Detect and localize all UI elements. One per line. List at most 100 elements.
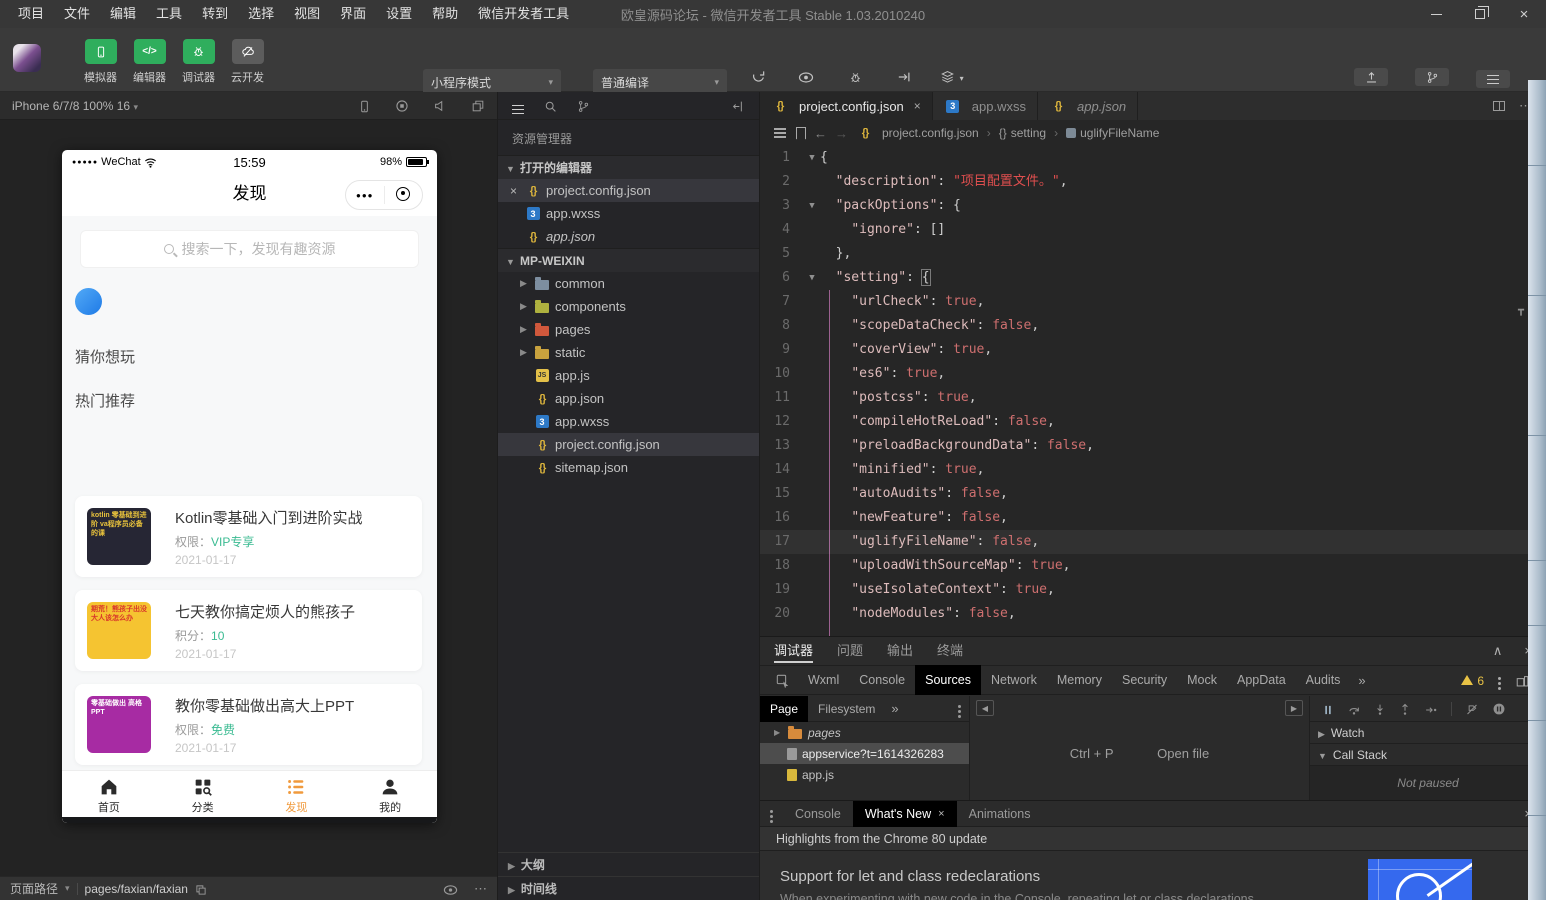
copy-icon[interactable] [195,881,207,896]
devtools-tab-security[interactable]: Security [1112,665,1177,695]
mode-button-cloud[interactable]: 云开发 [223,39,272,85]
debugger-tab-终端[interactable]: 终端 [937,637,963,665]
multi-window-icon[interactable] [471,97,485,113]
footer-section-timeline[interactable]: ▶时间线 [498,876,759,900]
collapse-icon[interactable]: ∧ [1493,643,1503,659]
tree-item[interactable]: ▶components [498,295,759,318]
page-scrollbar[interactable] [1528,80,1546,900]
avatar[interactable] [13,44,41,72]
tree-item[interactable]: JSapp.js [498,364,759,387]
step-icon[interactable] [1424,701,1438,716]
tree-item[interactable]: ▶common [498,272,759,295]
navigator-tab-page[interactable]: Page [760,696,808,722]
more-button[interactable]: ●●● [346,191,384,200]
debugger-tab-调试器[interactable]: 调试器 [774,637,813,665]
hide-navigator-icon[interactable]: ◀ [976,700,994,716]
forward-icon[interactable]: → [835,126,848,141]
capsule-close-button[interactable] [385,187,423,204]
menu-item-11[interactable]: 微信开发者工具 [468,0,579,28]
close-icon[interactable]: × [938,801,944,827]
minimize-button[interactable] [1414,0,1458,28]
tree-section-header[interactable]: ▼MP-WEIXIN [498,248,759,272]
tab-home[interactable]: 首页 [62,771,156,817]
menu-item-4[interactable]: 工具 [146,0,192,28]
split-editor-icon[interactable] [1493,101,1505,111]
tree-item[interactable]: 3app.wxss [498,410,759,433]
card-item[interactable]: kotlin 零基础到进阶 va程序员必备的课Kotlin零基础入门到进阶实战权… [75,496,422,577]
menu-item-8[interactable]: 界面 [330,0,376,28]
sources-tree-item[interactable]: ▶pages [760,722,969,743]
tree-item[interactable]: {}project.config.json [498,433,759,456]
search-icon[interactable] [544,98,557,113]
show-debugger-icon[interactable]: ▶ [1285,700,1303,716]
record-icon[interactable] [395,97,409,113]
mode-button-phone[interactable]: 模拟器 [76,39,125,85]
breadcrumb-property[interactable]: uglifyFileName [1066,126,1159,140]
file-list-icon[interactable] [512,98,524,113]
editor-tab[interactable]: {}project.config.json× [760,92,933,120]
search-input[interactable]: 搜索一下，发现有趣资源 [80,230,419,268]
kebab-menu-icon[interactable] [1498,673,1501,688]
outline-icon[interactable] [774,132,786,134]
tab-discover[interactable]: 发现 [250,771,344,817]
menu-item-10[interactable]: 帮助 [422,0,468,28]
editor-tab[interactable]: 3app.wxss [933,92,1038,120]
kebab-menu-icon[interactable] [760,806,783,821]
tree-section-header[interactable]: ▼打开的编辑器 [498,155,759,179]
code-editor[interactable]: ┳ 1▼{2 "description": "项目配置文件。",3▼ "pack… [760,146,1546,636]
tab-person[interactable]: 我的 [343,771,437,817]
devtools-tab-sources[interactable]: Sources [915,665,981,695]
overflow-tabs-icon[interactable]: » [1350,673,1373,688]
card-item[interactable]: 期荒！熊孩子出没 大人该怎么办七天教你搞定烦人的熊孩子积分：102021-01-… [75,590,422,671]
overflow-tabs-icon[interactable]: » [885,701,904,716]
restore-button[interactable] [1458,0,1502,28]
mode-button-bug[interactable]: 调试器 [174,39,223,85]
devtools-tab-appdata[interactable]: AppData [1227,665,1296,695]
menu-item-7[interactable]: 视图 [284,0,330,28]
sound-icon[interactable] [433,97,447,113]
device-selector[interactable]: iPhone 6/7/8 100% 16 ▾ [12,99,138,113]
pause-on-exceptions-icon[interactable] [1492,701,1506,717]
devtools-tab-console[interactable]: Console [849,665,915,695]
drawer-tab-animations[interactable]: Animations [957,801,1043,827]
tree-item[interactable]: ▶static [498,341,759,364]
step-into-icon[interactable] [1374,701,1386,716]
card-item[interactable]: 零基础做出 高格PPT教你零基础做出高大上PPT权限：免费2021-01-17 [75,684,422,765]
debugger-tab-问题[interactable]: 问题 [837,637,863,665]
debugger-tab-输出[interactable]: 输出 [887,637,913,665]
tree-item[interactable]: {}app.json [498,225,759,248]
menu-item-6[interactable]: 选择 [238,0,284,28]
bookmark-icon[interactable] [796,127,806,140]
menu-item-2[interactable]: 文件 [54,0,100,28]
drawer-tab-console[interactable]: Console [783,801,853,827]
breadcrumb-setting[interactable]: {}setting [999,126,1046,140]
article-title[interactable]: Support for let and class redeclarations [780,868,1040,885]
close-icon[interactable]: × [510,184,524,198]
menu-item-5[interactable]: 转到 [192,0,238,28]
page-path-label[interactable]: 页面路径 [10,880,58,897]
devtools-tab-memory[interactable]: Memory [1047,665,1112,695]
step-over-icon[interactable] [1347,701,1361,716]
user-avatar-dot[interactable] [75,288,102,315]
tree-item[interactable]: ×{}project.config.json [498,179,759,202]
eye-icon[interactable] [443,881,458,896]
mode-button-code[interactable]: </>编辑器 [125,39,174,85]
shortcut-action[interactable]: Open file [1157,746,1209,761]
close-icon[interactable]: × [914,99,921,113]
tree-item[interactable]: ▶pages [498,318,759,341]
more-options-icon[interactable]: ⋯ [474,881,487,897]
navigator-tab-filesystem[interactable]: Filesystem [808,696,885,722]
tree-item[interactable]: {}app.json [498,387,759,410]
inspect-icon[interactable] [768,672,798,688]
sources-tree-item[interactable]: appservice?t=1614326283 [760,743,969,764]
pause-icon[interactable] [1322,701,1334,716]
deactivate-breakpoints-icon[interactable] [1465,701,1479,716]
close-button[interactable]: × [1502,0,1546,28]
menu-item-9[interactable]: 设置 [376,0,422,28]
footer-section-outline[interactable]: ▶大纲 [498,852,759,876]
drawer-tab-what-s-new[interactable]: What's New× [853,801,957,827]
devtools-tab-mock[interactable]: Mock [1177,665,1227,695]
collapse-panel-icon[interactable] [732,98,745,113]
device-frame-icon[interactable] [358,97,371,113]
watch-section[interactable]: ▶Watch [1310,722,1546,744]
